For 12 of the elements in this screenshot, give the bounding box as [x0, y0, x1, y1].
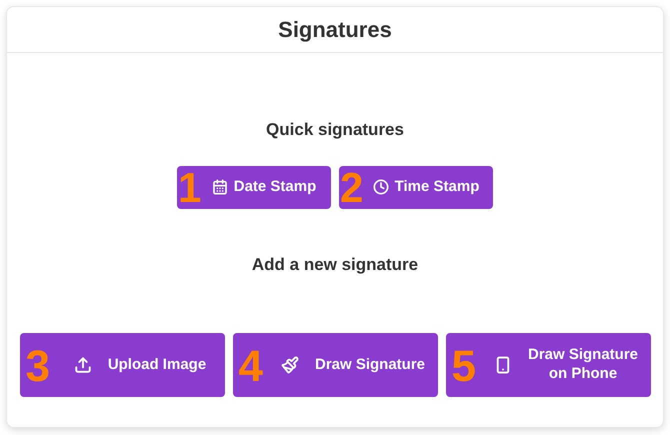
section-heading: Quick signatures	[266, 119, 404, 141]
step-number: 5	[452, 345, 476, 389]
step-number: 2	[340, 166, 364, 208]
step-number: 3	[26, 345, 50, 389]
section-heading: Add a new signature	[252, 254, 418, 276]
page-title: Signatures	[278, 16, 392, 44]
upload-icon	[74, 356, 92, 374]
step-number: 4	[238, 345, 263, 389]
clock-icon	[372, 179, 389, 195]
calendar-icon	[212, 179, 228, 195]
brush-icon	[280, 356, 299, 374]
step-number: 1	[178, 166, 202, 208]
